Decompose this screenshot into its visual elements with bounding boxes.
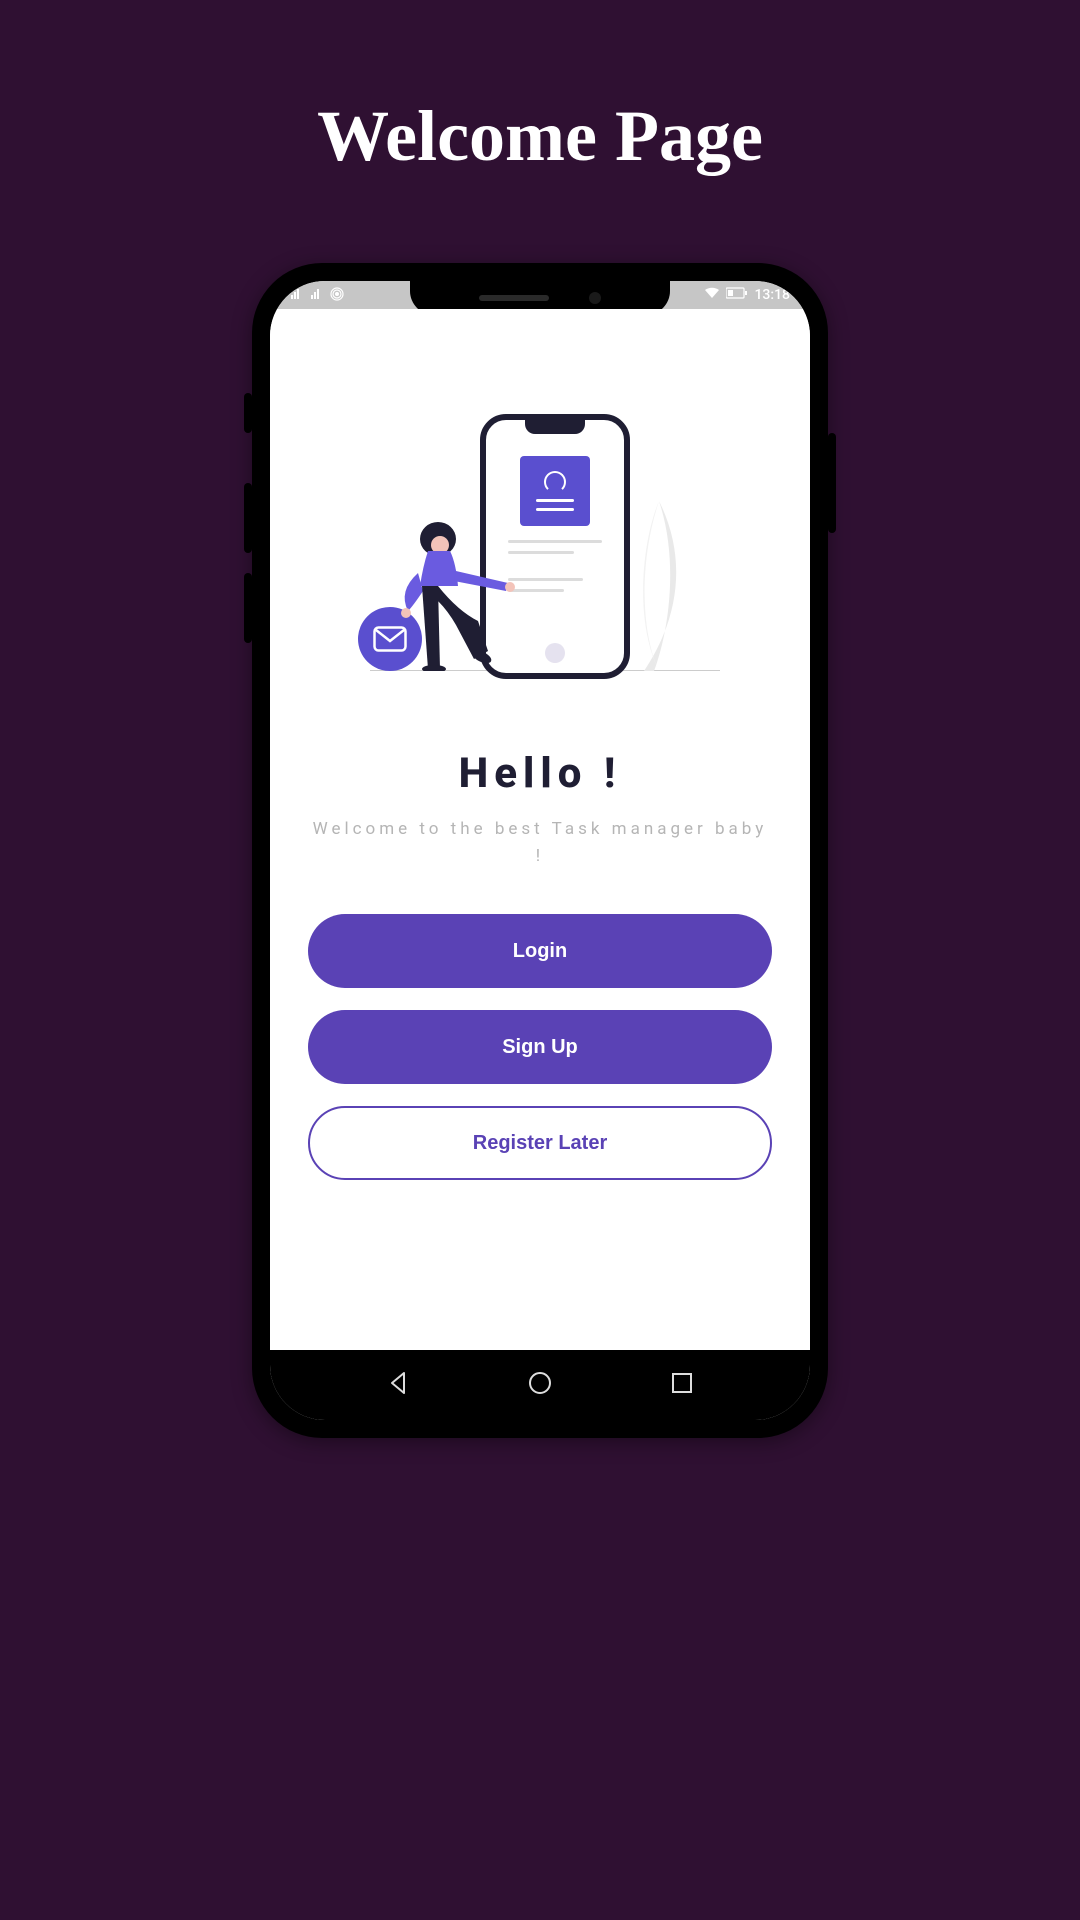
phone-power-button <box>828 433 836 533</box>
back-icon[interactable] <box>386 1370 412 1400</box>
signup-button[interactable]: Sign Up <box>308 1010 772 1084</box>
card-line <box>536 508 574 511</box>
illustration-home-button <box>545 643 565 663</box>
profile-card-icon <box>520 456 590 526</box>
wifi-icon <box>704 287 720 303</box>
recent-icon[interactable] <box>669 1370 695 1400</box>
person-illustration <box>378 521 518 671</box>
home-icon[interactable] <box>527 1370 553 1400</box>
phone-volume-up <box>244 483 252 553</box>
status-time: 13:18 <box>754 287 790 303</box>
card-line <box>536 499 574 502</box>
phone-volume-down <box>244 573 252 643</box>
welcome-headline: Hello ! <box>300 749 780 798</box>
signal-icon <box>290 288 302 303</box>
welcome-illustration <box>300 389 780 679</box>
welcome-button-group: Login Sign Up Register Later <box>300 914 780 1180</box>
register-later-button[interactable]: Register Later <box>308 1106 772 1180</box>
app-welcome-screen: Hello ! Welcome to the best Task manager… <box>270 309 810 1350</box>
phone-speaker <box>479 295 549 301</box>
leaf-decoration <box>624 501 694 671</box>
illustration-text-lines <box>508 540 602 592</box>
phone-side-button <box>244 393 252 433</box>
battery-icon <box>726 287 748 303</box>
page-title: Welcome Page <box>0 0 1080 178</box>
welcome-subtitle: Welcome to the best Task manager baby ! <box>300 816 780 870</box>
profile-avatar-icon <box>544 471 566 493</box>
phone-mockup-frame: 13:18 <box>252 263 828 1438</box>
phone-camera <box>589 292 601 304</box>
phone-screen: 13:18 <box>270 281 810 1420</box>
signal-icon <box>310 288 322 303</box>
login-button[interactable]: Login <box>308 914 772 988</box>
hotspot-icon <box>330 287 344 304</box>
android-nav-bar <box>270 1350 810 1420</box>
